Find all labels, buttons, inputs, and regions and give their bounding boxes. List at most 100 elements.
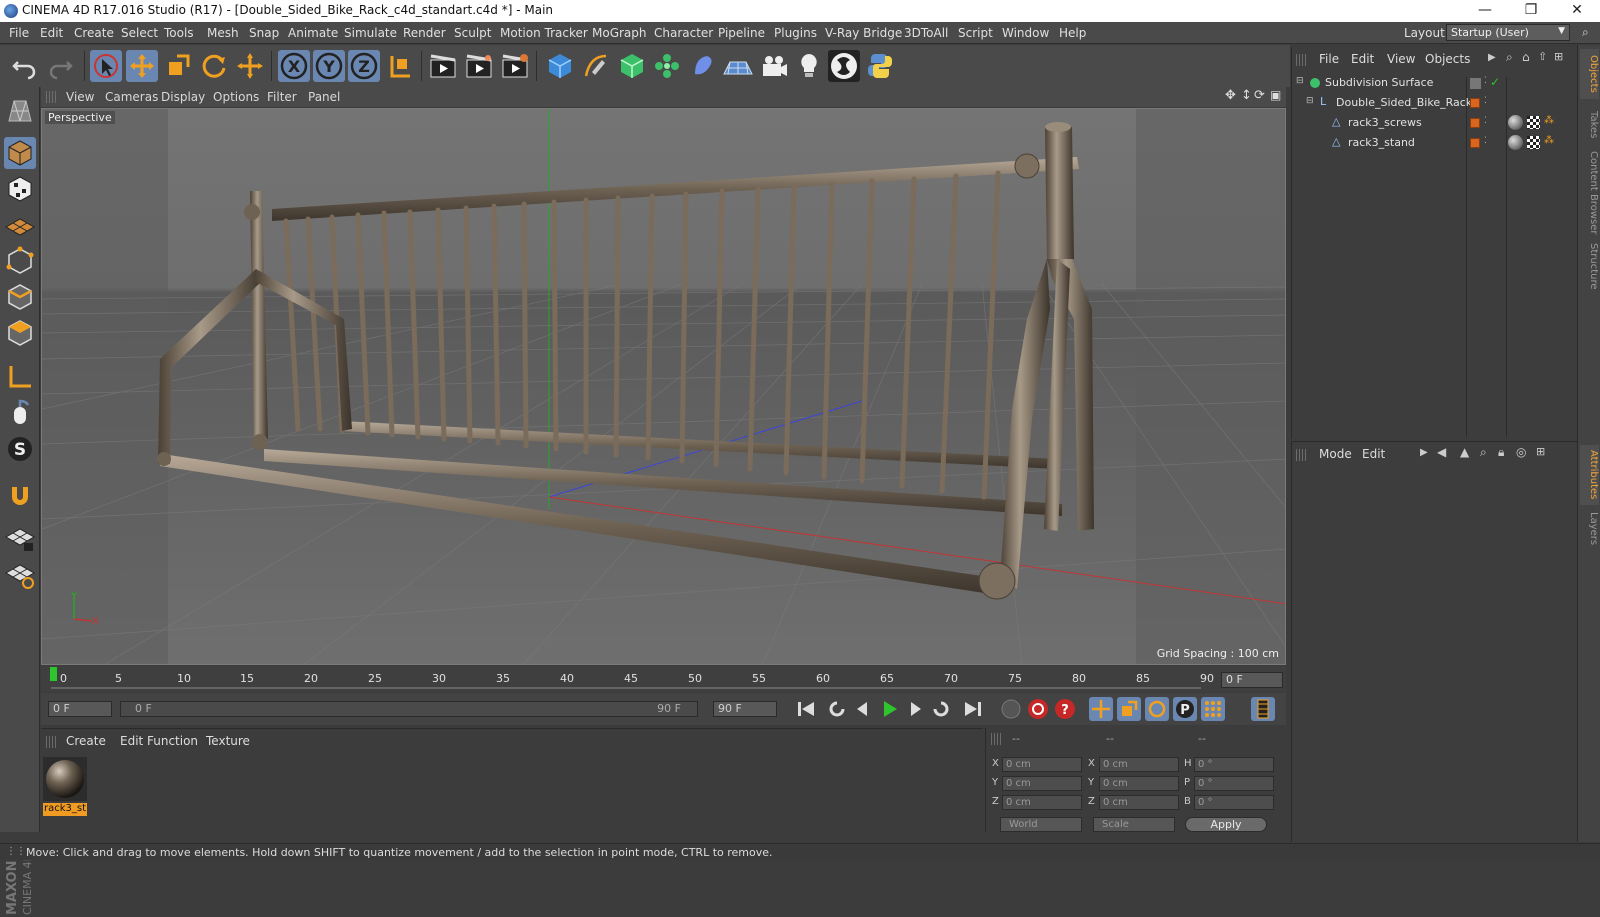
render-settings-icon[interactable] <box>499 50 531 82</box>
objects-menu-more-icon[interactable]: ▶ <box>1488 52 1496 63</box>
viewport-zoom-icon[interactable]: ↕ <box>1241 88 1252 103</box>
uvw-tag-icon[interactable] <box>1527 116 1540 129</box>
perspective-viewport[interactable]: Y X Perspective Grid Spacing : 100 cm <box>41 108 1286 665</box>
autokey-icon[interactable]: ? <box>1053 697 1077 721</box>
polygons-mode-icon[interactable] <box>4 317 36 349</box>
layout-select[interactable]: Startup (User) ▼ <box>1446 24 1570 41</box>
menu-script[interactable]: Script <box>958 26 993 40</box>
visibility-dots-icon[interactable]: ⁚ <box>1484 96 1487 106</box>
key-scale-icon[interactable] <box>1117 697 1141 721</box>
floor-object-icon[interactable] <box>722 50 754 82</box>
size-y-field[interactable]: 0 cm <box>1099 776 1179 791</box>
rotation-p-field[interactable]: 0 ° <box>1194 776 1274 791</box>
visibility-dots-icon[interactable]: ⁚ <box>1484 76 1487 86</box>
viewport-rotate-icon[interactable]: ⟳ <box>1254 88 1265 103</box>
recent-tool-icon[interactable] <box>234 50 266 82</box>
menu-sculpt[interactable]: Sculpt <box>454 26 491 40</box>
rotation-b-field[interactable]: 0 ° <box>1194 795 1274 810</box>
python-icon[interactable] <box>864 50 896 82</box>
go-to-start-icon[interactable] <box>794 697 818 721</box>
coordinate-system-icon[interactable] <box>384 50 416 82</box>
menu-create[interactable]: Create <box>74 26 114 40</box>
workplane-mode-icon[interactable] <box>4 209 36 241</box>
close-button[interactable]: ✕ <box>1554 0 1600 22</box>
viewport-move-icon[interactable]: ✥ <box>1225 88 1236 103</box>
snap-icon[interactable]: S <box>4 433 36 465</box>
object-row-bike-rack[interactable]: ⊟ L Double_Sided_Bike_Rack ⁚ <box>1292 93 1578 113</box>
menu-select[interactable]: Select <box>121 26 158 40</box>
new-attributes-icon[interactable]: ⊞ <box>1536 445 1545 458</box>
cube-object-icon[interactable] <box>544 50 576 82</box>
y-axis-lock-icon[interactable]: Y <box>313 50 345 82</box>
light-icon[interactable] <box>793 50 825 82</box>
search-icon[interactable]: ⌕ <box>1506 50 1513 65</box>
rotate-tool-icon[interactable] <box>198 50 230 82</box>
make-editable-icon[interactable] <box>4 95 36 127</box>
render-to-picture-viewer-icon[interactable] <box>463 50 495 82</box>
panel-grip-icon[interactable] <box>1296 449 1306 461</box>
key-rotation-icon[interactable] <box>1145 697 1169 721</box>
phong-tag-icon[interactable]: ⁂ <box>1544 115 1554 126</box>
menu-snap[interactable]: Snap <box>249 26 279 40</box>
scale-tool-icon[interactable] <box>162 50 194 82</box>
attributes-menu-mode[interactable]: Mode <box>1319 447 1352 461</box>
minimize-button[interactable]: — <box>1462 0 1508 22</box>
viewport-menu-panel[interactable]: Panel <box>308 90 340 104</box>
menu-mograph[interactable]: MoGraph <box>592 26 647 40</box>
timeline-ruler[interactable]: 0 5 10 15 20 25 30 35 40 45 50 55 60 65 … <box>41 666 1286 692</box>
menu-tools[interactable]: Tools <box>164 26 194 40</box>
collapse-toggle-icon[interactable]: ⊟ <box>1306 96 1314 106</box>
menu-render[interactable]: Render <box>403 26 446 40</box>
menu-plugins[interactable]: Plugins <box>774 26 817 40</box>
object-row-rack3-stand[interactable]: △ rack3_stand ⁚ ⁂ <box>1292 133 1578 153</box>
menu-simulate[interactable]: Simulate <box>344 26 397 40</box>
material-menu-texture[interactable]: Texture <box>206 734 250 748</box>
menu-motion-tracker[interactable]: Motion Tracker <box>500 26 588 40</box>
material-tag-icon[interactable] <box>1508 115 1523 130</box>
move-tool-icon[interactable] <box>126 50 158 82</box>
size-z-field[interactable]: 0 cm <box>1099 795 1179 810</box>
menu-3dtoall[interactable]: 3DToAll <box>904 26 948 40</box>
tab-content-browser[interactable]: Content Browser <box>1580 149 1599 237</box>
menu-window[interactable]: Window <box>1002 26 1049 40</box>
cloner-icon[interactable] <box>651 50 683 82</box>
navigate-up-icon[interactable]: ⇧ <box>1538 50 1547 63</box>
material-name-label[interactable]: rack3_st <box>43 803 87 816</box>
end-frame-field[interactable]: 90 F <box>713 701 777 717</box>
maximize-button[interactable]: ❐ <box>1508 0 1554 22</box>
home-icon[interactable]: ⌂ <box>1522 50 1530 64</box>
prev-frame-icon[interactable] <box>851 697 875 721</box>
collapse-toggle-icon[interactable]: ⊟ <box>1296 76 1304 86</box>
points-mode-icon[interactable] <box>4 245 36 277</box>
panel-grip-icon[interactable] <box>46 91 56 103</box>
search-icon[interactable]: ⌕ <box>1582 25 1589 40</box>
back-arrow-icon[interactable]: ◀ <box>1437 445 1446 459</box>
display-color-tag-icon[interactable] <box>1470 98 1480 108</box>
prev-key-icon[interactable] <box>825 697 849 721</box>
record-off-icon[interactable] <box>999 697 1023 721</box>
display-color-tag-icon[interactable] <box>1470 138 1480 148</box>
tweak-mode-icon[interactable] <box>4 397 36 429</box>
menu-file[interactable]: File <box>9 26 29 40</box>
x-axis-lock-icon[interactable]: X <box>278 50 310 82</box>
attributes-menu-edit[interactable]: Edit <box>1362 447 1385 461</box>
menu-vray-bridge[interactable]: V-Ray Bridge <box>825 26 902 40</box>
panel-grip-icon[interactable] <box>46 736 56 748</box>
viewport-menu-cameras[interactable]: Cameras <box>105 90 158 104</box>
magnet-icon[interactable] <box>4 479 36 511</box>
live-selection-icon[interactable] <box>90 50 122 82</box>
tab-takes[interactable]: Takes <box>1580 105 1599 145</box>
object-row-rack3-screws[interactable]: △ rack3_screws ⁚ ⁂ <box>1292 113 1578 133</box>
display-color-tag-icon[interactable] <box>1470 118 1480 128</box>
tab-objects[interactable]: Objects <box>1580 49 1599 99</box>
size-x-field[interactable]: 0 cm <box>1099 757 1179 772</box>
uvw-tag-icon[interactable] <box>1527 136 1540 149</box>
material-thumbnail[interactable] <box>43 757 87 801</box>
apply-button[interactable]: Apply <box>1185 817 1267 832</box>
subdivision-surface-icon[interactable] <box>616 50 648 82</box>
menu-edit[interactable]: Edit <box>40 26 63 40</box>
objects-menu-objects[interactable]: Objects <box>1425 52 1470 66</box>
tab-structure[interactable]: Structure <box>1580 241 1599 291</box>
menu-help[interactable]: Help <box>1059 26 1086 40</box>
search-icon[interactable]: ⌕ <box>1480 445 1487 460</box>
